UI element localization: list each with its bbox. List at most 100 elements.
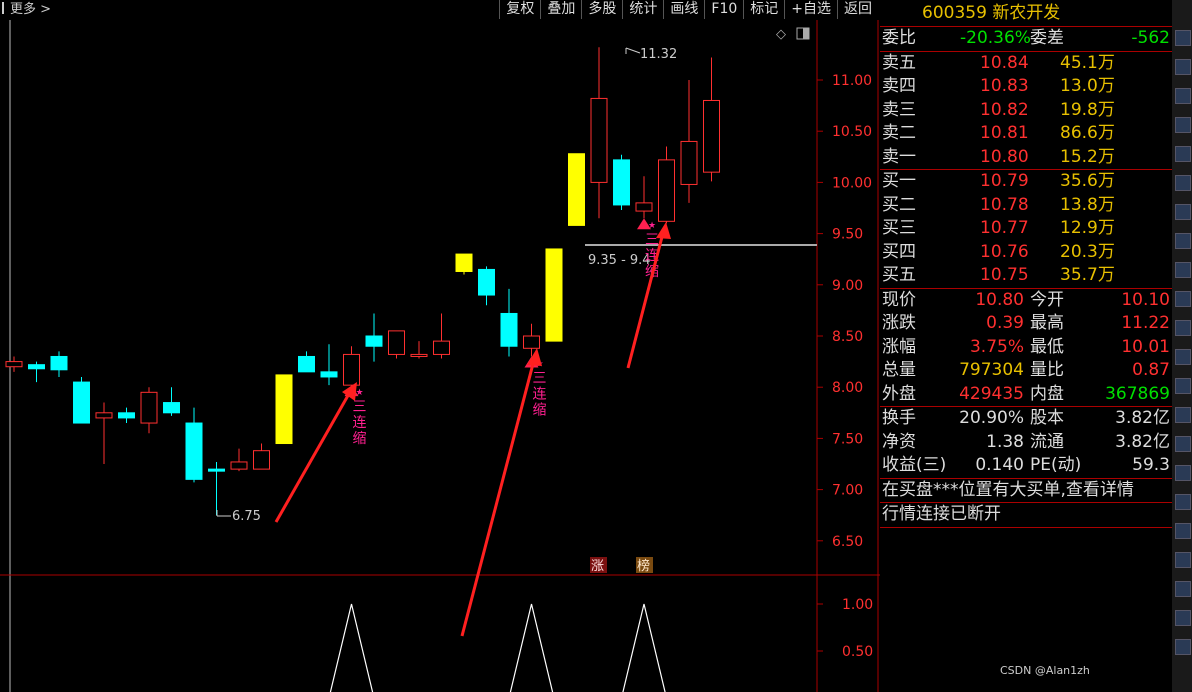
price-tick-label: 10.50 [832,124,872,140]
candle-body [658,159,675,222]
stats-table: 现价 10.80 今开 10.10 涨跌 0.39 最高 11.22 涨幅 3.75% 最低 10.0… [880,287,1172,407]
more-menu[interactable]: 更多 > [0,0,51,20]
buy-price: 10.76 [980,241,1029,262]
side-tool-icon[interactable] [1175,610,1191,626]
stat-row[interactable]: 涨幅 3.75% 最低 10.01 [880,336,1172,360]
signal-annotation: 缩 [533,402,547,418]
stat-label: 最低 [1030,336,1064,357]
side-tool-icon[interactable] [1175,88,1191,104]
stat-value: 0.87 [1132,360,1170,380]
side-tool-icon[interactable] [1175,436,1191,452]
side-tool-icon[interactable] [1175,552,1191,568]
signal-annotation: 连 [353,415,367,431]
sell-label: 卖五 [882,52,916,73]
limit-up-badge-label: 涨 [591,559,604,574]
toolbar-button-2[interactable]: 多股 [581,0,622,19]
price-axis-ticks: 11.00 10.50 10.00 9.50 9.00 8.50 8.00 7.50 7.00 6… [817,73,872,550]
side-tool-icon[interactable] [1175,262,1191,278]
stat-label: 换手 [882,408,916,428]
side-tool-icon[interactable] [1175,349,1191,365]
toolbar-button-0[interactable]: 复权 [499,0,540,19]
side-tool-icon[interactable] [1175,146,1191,162]
buy-order-row[interactable]: 买五 10.75 35.7万 [880,264,1172,288]
candle [320,344,338,386]
stock-name: 新农开发 [992,3,1061,23]
stat-label: PE(动) [1030,455,1082,475]
stat-label: 量比 [1030,360,1064,380]
sell-order-row[interactable]: 卖三 10.82 19.8万 [880,99,1172,123]
candle-body [95,412,113,419]
stat-label: 内盘 [1030,383,1064,404]
buy-order-row[interactable]: 买一 10.79 35.6万 [880,170,1172,194]
buy-orders: 买一 10.79 35.6万 买二 10.78 13.8万 买三 10.77 12.9万 买四 10… [880,169,1172,288]
sell-price: 10.80 [980,146,1029,167]
stat-row[interactable]: 现价 10.80 今开 10.10 [880,289,1172,313]
toolbar-button-4[interactable]: 画线 [663,0,704,19]
kline-chart[interactable]: ◇ 11.00 10.50 10.00 9.50 9.00 8.50 8.00 7.50 7.0… [0,20,880,692]
side-tool-icon[interactable] [1175,378,1191,394]
sell-order-row[interactable]: 卖二 10.81 86.6万 [880,122,1172,146]
buy-order-row[interactable]: 买二 10.78 13.8万 [880,194,1172,218]
stat-row-2[interactable]: 净资 1.38 流通 3.82亿 [880,431,1172,455]
stat-label: 现价 [882,289,916,310]
side-tool-icon[interactable] [1175,30,1191,46]
diamond-icon[interactable]: ◇ [776,27,786,42]
side-tool-icon[interactable] [1175,465,1191,481]
candle [95,402,113,464]
chart-toolbar: 更多 > 复权 叠加 多股 统计 画线 F10 标记 +自选 返回 [0,0,878,20]
side-tool-icon[interactable] [1175,175,1191,191]
more-label: 更多 > [10,2,52,17]
side-tool-icon[interactable] [1175,581,1191,597]
buy-order-row[interactable]: 买三 10.77 12.9万 [880,217,1172,241]
side-tool-icon[interactable] [1175,523,1191,539]
stat-row[interactable]: 总量 797304 量比 0.87 [880,359,1172,383]
stat-label: 涨幅 [882,336,916,357]
side-tool-icon[interactable] [1175,117,1191,133]
window-icon-fill [803,28,809,39]
stat-row-2[interactable]: 换手 20.90% 股本 3.82亿 [880,407,1172,431]
candle-body [28,364,45,370]
side-tool-icon[interactable] [1175,59,1191,75]
side-tool-icon[interactable] [1175,494,1191,510]
weicha-value: -562 [1131,28,1170,48]
toolbar-button-5[interactable]: F10 [704,0,743,19]
side-tool-icon[interactable] [1175,291,1191,307]
toolbar-button-3[interactable]: 统计 [622,0,663,19]
side-tool-icon[interactable] [1175,233,1191,249]
candle-body [185,422,203,480]
signal-annotation: 缩 [353,431,367,447]
sell-order-row[interactable]: 卖五 10.84 45.1万 [880,52,1172,76]
price-tick-label: 10.00 [832,175,872,191]
candle-body [478,268,495,296]
side-tool-icon[interactable] [1175,320,1191,336]
sell-order-row[interactable]: 卖一 10.80 15.2万 [880,146,1172,170]
signal-annotation: 连 [533,386,547,402]
sell-price: 10.82 [980,99,1029,120]
toolbar-button-6[interactable]: 标记 [743,0,784,19]
buy-order-row[interactable]: 买四 10.76 20.3万 [880,241,1172,265]
toolbar-button-8[interactable]: 返回 [837,0,878,19]
toolbar-button-7[interactable]: +自选 [784,0,837,19]
candle-body [590,97,608,183]
stat-row[interactable]: 涨跌 0.39 最高 11.22 [880,312,1172,336]
candle-body [320,371,338,378]
watermark: CSDN @Alan1zh [1000,664,1090,677]
sell-order-row[interactable]: 卖四 10.83 13.0万 [880,75,1172,99]
candle [208,461,225,516]
message-text: 在买盘***位置有大买单,查看详情 [882,479,1134,500]
price-tick-label: 9.50 [832,227,863,243]
quote-panel: 600359 新农开发 委比 -20.36% 委差 -562 卖五 10.84 45… [880,0,1172,692]
sell-label: 卖四 [882,76,916,96]
stat-row[interactable]: 外盘 429435 内盘 367869 [880,383,1172,407]
side-toolbar [1172,0,1192,692]
side-tool-icon[interactable] [1175,204,1191,220]
stat-value: 429435 [959,383,1024,404]
candle-body [500,312,518,347]
toolbar-button-1[interactable]: 叠加 [540,0,581,19]
side-tool-icon[interactable] [1175,407,1191,423]
stat-row-2[interactable]: 收益(三) 0.140 PE(动) 59.3 [880,454,1172,478]
candle-body [343,353,360,386]
candle-body [275,374,293,445]
message-row[interactable]: 在买盘***位置有大买单,查看详情 [880,477,1172,503]
side-tool-icon[interactable] [1175,639,1191,655]
